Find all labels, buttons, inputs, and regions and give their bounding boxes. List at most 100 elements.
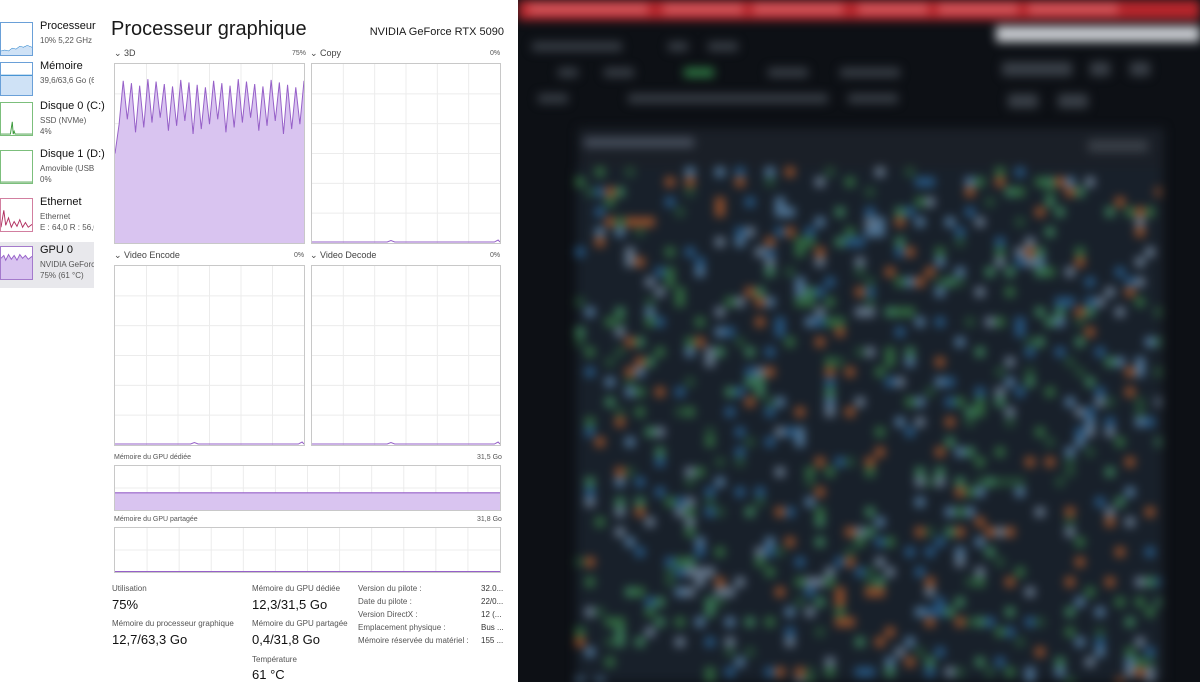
blurred-grid-cell <box>1156 598 1160 606</box>
blurred-grid-cell <box>1106 208 1114 216</box>
blurred-grid-cell <box>926 608 934 616</box>
blurred-grid-cell <box>986 478 994 486</box>
blurred-grid-cell <box>756 498 764 506</box>
blurred-grid-cell <box>1086 178 1094 186</box>
page-title: Processeur graphique <box>111 18 307 40</box>
blurred-grid-cell <box>766 408 774 416</box>
sidebar-item-gpu-0[interactable]: GPU 0 NVIDIA GeForce RTX 5090 75% (61 °C… <box>0 242 94 288</box>
sidebar-item-disque-1[interactable]: Disque 1 (D:) Amovible (USB) 0% <box>0 146 105 192</box>
blurred-grid-cell <box>646 298 654 306</box>
blurred-grid-cell <box>1066 528 1074 536</box>
blurred-grid-cell <box>746 288 754 296</box>
blurred-grid-cell <box>976 518 984 526</box>
blurred-grid-cell <box>976 348 984 356</box>
blurred-grid-cell <box>1136 278 1144 286</box>
blurred-grid-cell <box>1076 538 1084 546</box>
blurred-grid-cell <box>946 378 954 386</box>
blurred-grid-cell <box>1036 428 1044 436</box>
blurred-grid-cell <box>576 178 584 186</box>
blurred-grid-cell <box>1116 438 1124 446</box>
blurred-grid-cell <box>1106 468 1114 476</box>
blurred-grid-cell <box>1026 458 1034 466</box>
blurred-grid-cell <box>716 578 724 586</box>
blurred-grid-cell <box>706 428 714 436</box>
blurred-grid-cell <box>596 188 604 196</box>
blurred-panel-button <box>1088 140 1148 152</box>
engine-selector-3d[interactable]: ⌄ 3D <box>114 48 136 59</box>
blurred-grid-cell <box>906 308 914 316</box>
blurred-grid-cell <box>696 318 704 326</box>
engine-label: Copy <box>320 48 342 58</box>
blurred-grid-cell <box>776 428 784 436</box>
blurred-grid-cell <box>1126 288 1134 296</box>
temperature-value: 61 °C <box>252 667 285 682</box>
blurred-grid-cell <box>996 448 1004 456</box>
blurred-grid-cell <box>776 508 784 516</box>
blurred-grid-cell <box>1126 278 1134 286</box>
blurred-grid-cell <box>746 198 754 206</box>
blurred-grid-cell <box>1006 378 1014 386</box>
blurred-grid-cell <box>976 578 984 586</box>
blurred-grid-cell <box>936 648 944 656</box>
blurred-grid-cell <box>606 358 614 366</box>
engine-selector-copy[interactable]: ⌄ Copy <box>310 48 341 59</box>
blurred-grid-cell <box>916 648 924 656</box>
blurred-grid-cell <box>586 478 594 486</box>
blurred-grid-cell <box>1046 198 1054 206</box>
blurred-grid-cell <box>776 328 784 336</box>
blurred-grid-cell <box>816 178 824 186</box>
sidebar-item-ethernet[interactable]: Ethernet Ethernet E : 64,0 R : 56,0 Kbit… <box>0 194 94 240</box>
blurred-grid-cell <box>776 228 784 236</box>
blurred-grid-cell <box>1066 358 1074 366</box>
blurred-grid-cell <box>966 318 974 326</box>
blurred-grid-cell <box>756 298 764 306</box>
blurred-grid-cell <box>586 188 594 196</box>
blurred-grid-cell <box>646 628 654 636</box>
blurred-grid-cell <box>826 358 834 366</box>
blurred-grid-cell <box>626 338 634 346</box>
blurred-grid-cell <box>1076 438 1084 446</box>
blurred-grid-cell <box>736 228 744 236</box>
blurred-grid-cell <box>1006 528 1014 536</box>
blurred-grid-cell <box>1026 368 1034 376</box>
blurred-grid-cell <box>826 408 834 416</box>
blurred-grid-cell <box>886 668 894 676</box>
blurred-grid-cell <box>856 308 864 316</box>
sidebar-item-disque-0[interactable]: Disque 0 (C:) SSD (NVMe) 4% <box>0 98 105 144</box>
blurred-grid-cell <box>1136 258 1144 266</box>
blurred-grid-cell <box>656 318 664 326</box>
blurred-grid-cell <box>1136 408 1144 416</box>
blurred-grid-cell <box>926 268 934 276</box>
blurred-grid-cell <box>956 618 964 626</box>
blurred-grid-cell <box>686 518 694 526</box>
blurred-grid-cell <box>1146 338 1154 346</box>
blurred-grid-cell <box>876 228 884 236</box>
blurred-grid-cell <box>806 228 814 236</box>
sidebar-item-subtitle: 39,6/63,6 Go (62%) <box>40 76 94 85</box>
blurred-grid-cell <box>956 268 964 276</box>
blurred-grid-cell <box>766 618 774 626</box>
blurred-grid-cell <box>626 588 634 596</box>
blurred-grid-cell <box>1066 608 1074 616</box>
blurred-grid-cell <box>716 548 724 556</box>
blurred-grid-cell <box>726 638 734 646</box>
blurred-grid-cell <box>1106 358 1114 366</box>
blurred-grid-cell <box>1066 298 1074 306</box>
engine-selector-video-encode[interactable]: ⌄ Video Encode <box>114 250 180 261</box>
blurred-grid-cell <box>826 658 834 666</box>
blurred-grid-cell <box>866 218 874 226</box>
blurred-grid-cell <box>686 408 694 416</box>
blurred-grid-cell <box>616 528 624 536</box>
blurred-grid-cell <box>626 368 634 376</box>
blurred-grid-cell <box>666 268 674 276</box>
engine-selector-video-decode[interactable]: ⌄ Video Decode <box>310 250 376 261</box>
sidebar-item-subtitle: 10% 5,22 GHz <box>40 36 93 45</box>
blurred-grid-cell <box>1006 578 1014 586</box>
blurred-grid-cell <box>1136 398 1144 406</box>
blurred-grid-cell <box>856 538 864 546</box>
blurred-grid-cell <box>1136 658 1144 666</box>
blurred-grid-cell <box>676 388 684 396</box>
blurred-grid-cell <box>706 638 714 646</box>
blurred-grid-cell <box>1116 358 1124 366</box>
blurred-toolbar-chip <box>1008 94 1038 108</box>
